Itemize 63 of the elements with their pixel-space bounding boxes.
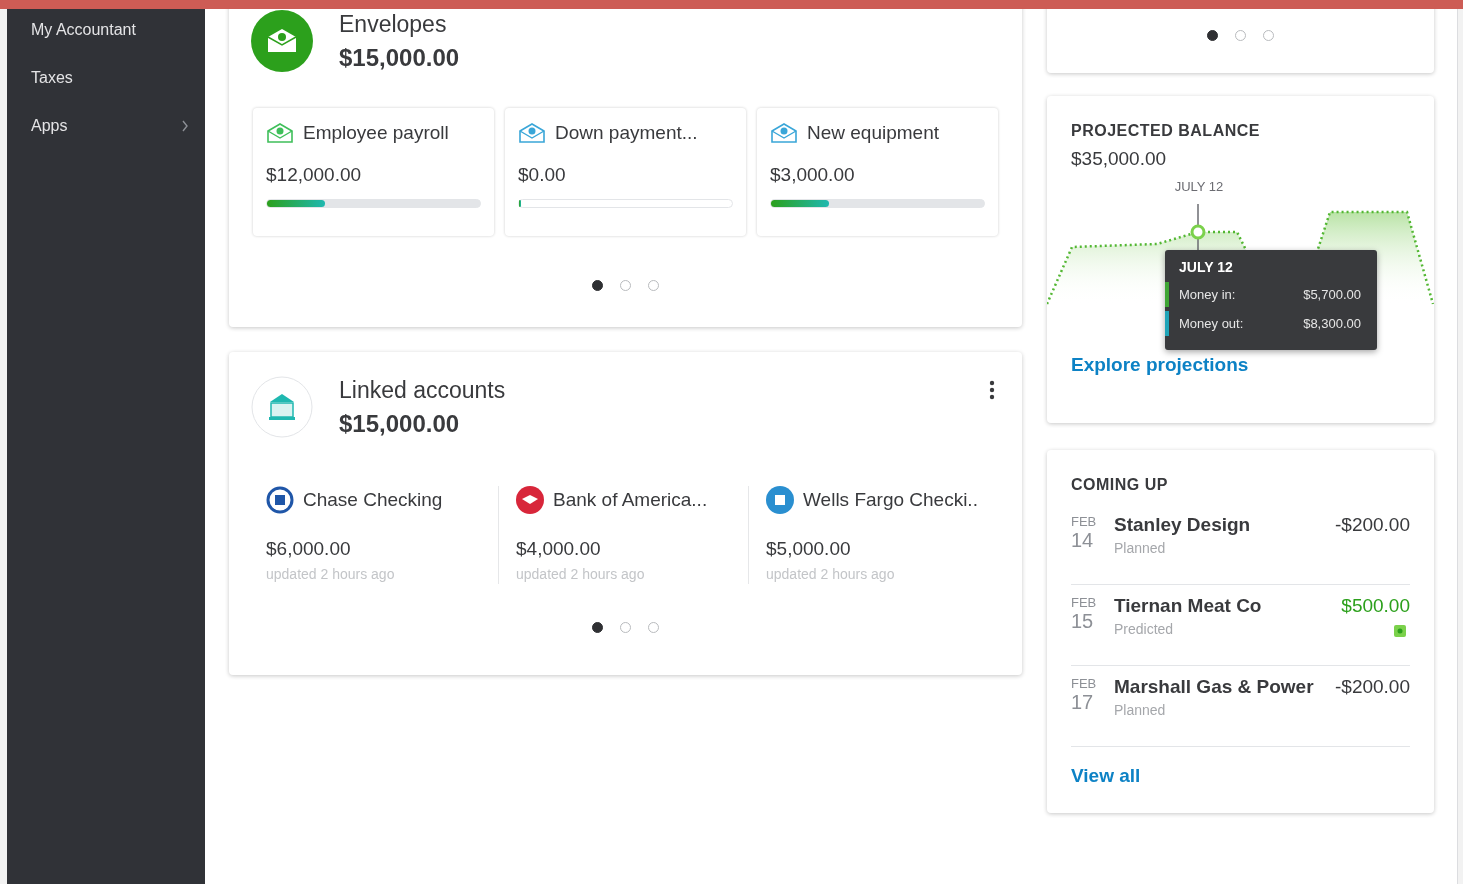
carousel-dot[interactable] — [592, 280, 603, 291]
payee-name: Tiernan Meat Co — [1114, 595, 1263, 617]
payment-amount: -$200.00 — [1335, 676, 1410, 698]
envelope-amount: $12,000.00 — [266, 164, 363, 186]
carousel-dot[interactable] — [1263, 30, 1274, 41]
date-day: 14 — [1071, 529, 1114, 552]
card-title: COMING UP — [1071, 476, 1169, 494]
card-title: Linked accounts — [339, 376, 506, 404]
sidebar-item[interactable]: Taxes — [7, 54, 205, 102]
card-title: Envelopes — [339, 10, 448, 38]
bank-icon — [251, 376, 313, 438]
card-total: $15,000.00 — [339, 43, 460, 72]
payee-name: Marshall Gas & Power — [1114, 676, 1315, 698]
date-month: FEB — [1071, 676, 1098, 691]
carousel-dot[interactable] — [1235, 30, 1246, 41]
envelope-amount: $0.00 — [518, 164, 567, 186]
account-balance: $5,000.00 — [766, 538, 852, 560]
payment-status: Predicted — [1114, 621, 1175, 637]
card-total: $15,000.00 — [339, 409, 461, 438]
tooltip-label: Money out: — [1179, 316, 1244, 331]
payment-status: Planned — [1114, 540, 1167, 556]
envelope-icon — [251, 10, 313, 72]
carousel-dot[interactable] — [1207, 30, 1218, 41]
envelope-name: New equipment — [807, 122, 940, 144]
envelope-card[interactable]: Down payment... $0.00 — [505, 108, 746, 236]
payment-amount: -$200.00 — [1335, 514, 1410, 536]
payment-status: Planned — [1114, 702, 1167, 718]
carousel-dot[interactable] — [620, 622, 631, 633]
updated-time: updated 2 hours ago — [766, 566, 896, 582]
carousel-dot[interactable] — [620, 280, 631, 291]
date-day: 15 — [1071, 610, 1114, 633]
account-name[interactable]: Chase Checking — [303, 489, 443, 511]
account-name[interactable]: Bank of America... — [553, 489, 708, 511]
envelope-amount: $3,000.00 — [770, 164, 856, 186]
payment-amount: $500.00 — [1341, 595, 1410, 617]
payee-name: Stanley Design — [1114, 514, 1252, 536]
updated-time: updated 2 hours ago — [516, 566, 646, 582]
carousel-dot[interactable] — [648, 622, 659, 633]
carousel-dot[interactable] — [592, 622, 603, 633]
tooltip-label: Money in: — [1179, 287, 1236, 302]
date-month: FEB — [1071, 514, 1098, 529]
date-day: 17 — [1071, 691, 1114, 714]
carousel-dot[interactable] — [648, 280, 659, 291]
tooltip-value: $5,700.00 — [1303, 287, 1361, 302]
explore-link[interactable]: Explore projections — [1071, 354, 1249, 375]
more-icon[interactable] — [989, 380, 995, 400]
envelope-name: Employee payroll — [303, 122, 449, 144]
envelope-card[interactable]: Employee payroll $12,000.00 — [253, 108, 494, 236]
projected-amount: $35,000.00 — [1071, 148, 1168, 170]
tooltip-value: $8,300.00 — [1303, 316, 1361, 331]
view-all-link[interactable]: View all — [1071, 765, 1141, 786]
sidebar-item[interactable]: My Accountant — [7, 6, 205, 54]
envelope-card[interactable]: New equipment $3,000.00 — [757, 108, 998, 236]
sidebar-item[interactable]: Apps — [7, 102, 205, 150]
date-month: FEB — [1071, 595, 1098, 610]
account-balance: $6,000.00 — [266, 538, 352, 560]
account-balance: $4,000.00 — [516, 538, 602, 560]
tooltip-title: JULY 12 — [1178, 259, 1234, 275]
updated-time: updated 2 hours ago — [266, 566, 396, 582]
account-name[interactable]: Wells Fargo Checki.. — [803, 489, 978, 511]
envelope-name: Down payment... — [555, 122, 698, 144]
card-title: PROJECTED BALANCE — [1071, 122, 1261, 140]
marker-label: JULY 12 — [1169, 178, 1229, 196]
